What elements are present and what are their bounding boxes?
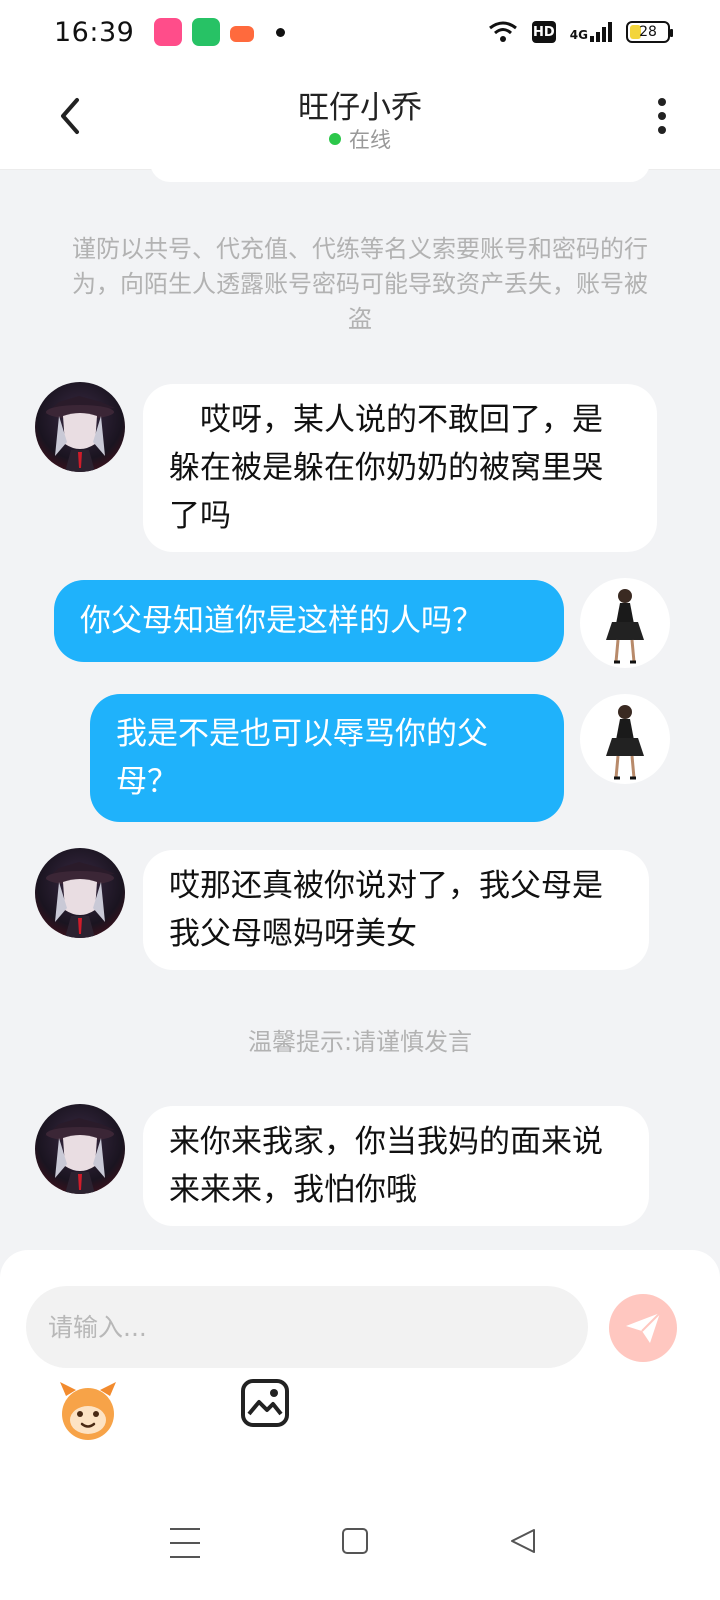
- emoji-icon: [60, 1382, 116, 1440]
- home-button[interactable]: [342, 1528, 368, 1554]
- network-type: 4G: [569, 28, 588, 42]
- status-bar: 16:39 HD 4G 28: [0, 0, 720, 64]
- more-notifications-icon: [276, 27, 285, 37]
- system-tip: 温馨提示:请谨慎发言: [247, 1028, 473, 1056]
- system-status: HD 4G 28: [488, 20, 673, 44]
- battery-icon: 28: [626, 21, 673, 43]
- message-bubble-received[interactable]: 哎那还真被你说对了，我父母是我父母嗯妈呀美女: [143, 850, 649, 970]
- my-avatar[interactable]: [580, 578, 670, 668]
- image-button[interactable]: [240, 1378, 290, 1428]
- signal-icon: 4G: [570, 22, 612, 42]
- contact-avatar[interactable]: [35, 848, 125, 938]
- recents-button[interactable]: [170, 1528, 200, 1558]
- battery-level: 28: [639, 24, 657, 40]
- game-notification-icon: [230, 26, 254, 42]
- chat-header: 旺仔小乔 在线: [0, 64, 720, 170]
- online-dot-icon: [329, 133, 341, 145]
- message-input[interactable]: [26, 1286, 588, 1368]
- contact-avatar[interactable]: [35, 382, 125, 472]
- contact-name: 旺仔小乔: [298, 90, 422, 126]
- online-status: 在线: [0, 124, 720, 154]
- more-icon: [658, 98, 666, 106]
- message-bubble-sent[interactable]: 我是不是也可以辱骂你的父母？: [90, 694, 564, 822]
- app-notification-icon: [154, 18, 182, 46]
- notification-icons: [154, 18, 254, 46]
- status-time: 16:39: [54, 16, 135, 48]
- message-bubble-received[interactable]: 来你来我家，你当我妈的面来说来来来，我怕你哦: [143, 1106, 649, 1226]
- emoji-button[interactable]: [56, 1378, 120, 1442]
- send-button[interactable]: [609, 1294, 677, 1362]
- contact-avatar[interactable]: [35, 1104, 125, 1194]
- online-status-label: 在线: [349, 128, 391, 152]
- message-bubble-received[interactable]: 哎呀，某人说的不敢回了，是躲在被是躲在你奶奶的被窝里哭了吗: [143, 384, 657, 552]
- image-icon: [241, 1379, 289, 1427]
- system-nav-bar: [0, 1490, 720, 1600]
- message-bubble-sent[interactable]: 你父母知道你是这样的人吗？: [54, 580, 564, 662]
- more-options-button[interactable]: [648, 94, 676, 138]
- wifi-icon: [488, 21, 517, 42]
- my-avatar[interactable]: [580, 694, 670, 784]
- hd-badge: HD: [531, 21, 556, 43]
- store-notification-icon: [192, 18, 220, 46]
- chat-screen: 16:39 HD 4G 28 旺仔小乔 在线 谨防以共号、代充值、代练等名义索要…: [0, 0, 720, 1600]
- nav-back-button[interactable]: [508, 1526, 538, 1556]
- previous-message-bubble: [150, 160, 650, 182]
- security-warning: 谨防以共号、代充值、代练等名义索要账号和密码的行为，向陌生人透露账号密码可能导致…: [72, 235, 648, 333]
- send-icon: [626, 1312, 661, 1343]
